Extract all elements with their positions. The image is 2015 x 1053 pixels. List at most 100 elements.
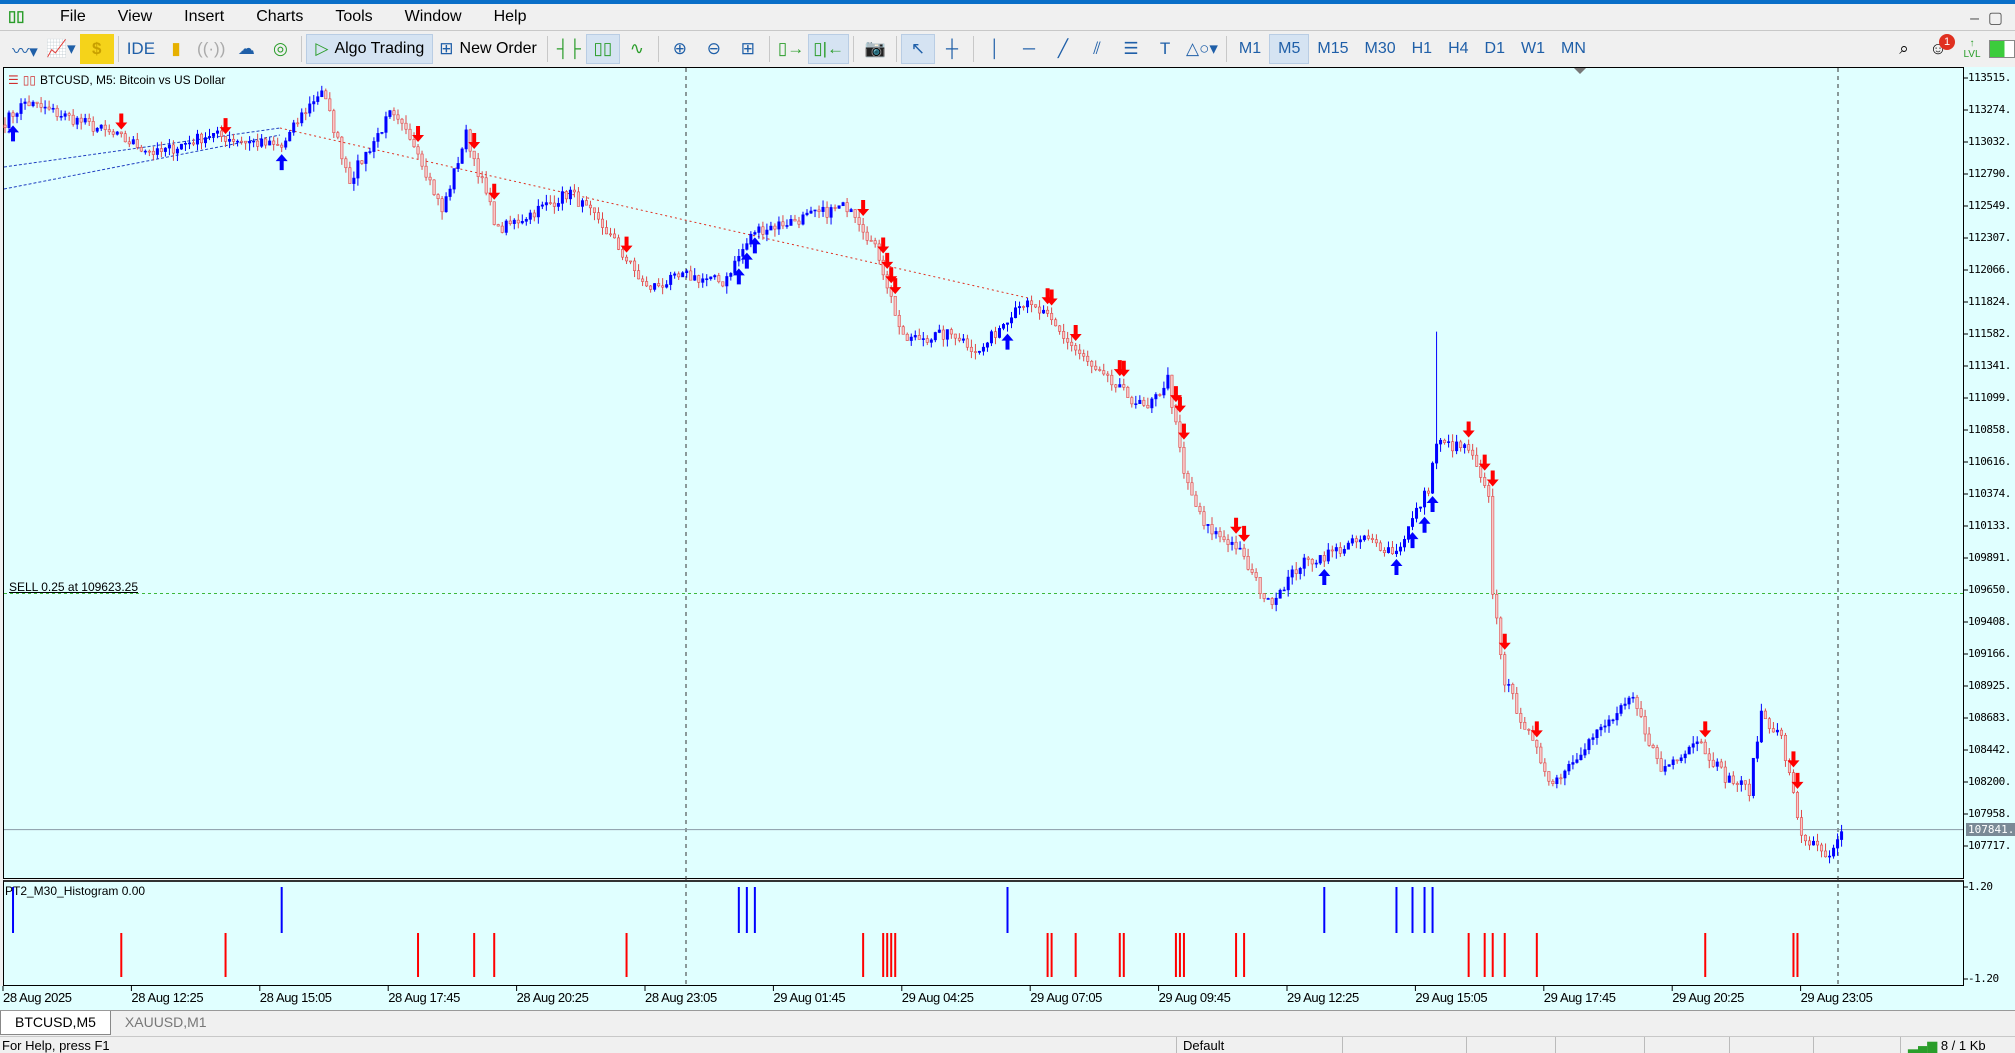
divider: [768, 36, 770, 62]
time-tick-label: 29 Aug 20:25: [1672, 990, 1745, 1005]
zoom-out-icon[interactable]: ⊖: [697, 34, 731, 64]
play-icon: ▷: [315, 39, 329, 58]
screenshot-icon[interactable]: 📷: [858, 34, 892, 64]
price-tick-label: 110133.: [1968, 519, 2011, 532]
time-tick-label: 28 Aug 15:05: [259, 990, 332, 1005]
price-tick-label: 111099.: [1968, 391, 2011, 404]
time-tick-label: 29 Aug 23:05: [1800, 990, 1873, 1005]
chart-title: ☰ ▯▯ BTCUSD, M5: Bitcoin vs US Dollar: [8, 73, 226, 87]
price-tick-label: 110374.: [1968, 487, 2011, 500]
menu-insert[interactable]: Insert: [168, 8, 240, 26]
timeframe-m30[interactable]: M30: [1357, 34, 1404, 64]
chart-menu-icon[interactable]: ☰: [8, 73, 19, 87]
chart-window-icon[interactable]: ▯▯: [23, 73, 36, 87]
price-tick-label: 112790.: [1968, 167, 2011, 180]
time-tick-label: 28 Aug 20:25: [516, 990, 589, 1005]
price-chart[interactable]: [3, 67, 1964, 879]
app-logo-icon: ▯▯: [8, 8, 25, 25]
bar-chart-icon[interactable]: ┤├: [552, 34, 586, 64]
time-axis[interactable]: 28 Aug 2025 28 Aug 12:25 28 Aug 15:05 28 Au…: [0, 986, 1964, 1010]
indicator-label: PT2_M30_Histogram 0.00: [5, 884, 146, 898]
algo-trading-button[interactable]: ▷ Algo Trading: [306, 34, 434, 64]
divider: [1342, 1037, 1343, 1053]
timeframe-m15[interactable]: M15: [1309, 34, 1356, 64]
crosshair-icon[interactable]: ┼: [935, 34, 969, 64]
current-price-label: 107841.: [1966, 823, 2015, 836]
search-icon[interactable]: ⌕: [1887, 34, 1921, 64]
divider: [1900, 1037, 1901, 1053]
menu-tools[interactable]: Tools: [319, 8, 388, 26]
channel-icon[interactable]: ⫽: [1080, 34, 1114, 64]
price-tick-label: 112307.: [1968, 231, 2011, 244]
price-tick-label: 113274.: [1968, 103, 2011, 116]
divider: [301, 36, 303, 62]
time-tick-label: 28 Aug 23:05: [645, 990, 717, 1005]
chart-type-icon[interactable]: 〰▾: [8, 34, 42, 64]
autoscroll-icon[interactable]: ▯→: [774, 34, 808, 64]
time-tick-label: 28 Aug 12:25: [131, 990, 204, 1005]
timeframe-mn[interactable]: MN: [1553, 34, 1594, 64]
status-help: For Help, press F1: [2, 1038, 110, 1053]
notifications-icon[interactable]: ☺ 1: [1921, 34, 1955, 64]
divider: [853, 36, 855, 62]
candlestick-chart-icon[interactable]: ▯▯: [585, 34, 620, 64]
price-tick-label: 111824.: [1968, 295, 2011, 308]
cursor-icon[interactable]: ↖: [901, 34, 936, 64]
menu-file[interactable]: File: [44, 8, 102, 26]
line-chart-icon[interactable]: ∿: [620, 34, 654, 64]
trendline-icon[interactable]: ╱: [1046, 34, 1080, 64]
divider: [657, 36, 659, 62]
fibonacci-icon[interactable]: ☰: [1114, 34, 1148, 64]
signal-strength-bar: [1989, 40, 2015, 58]
cloud-icon[interactable]: ☁: [229, 34, 263, 64]
price-axis[interactable]: 113515. 113274. 113032. 112790. 112549. 11230…: [1964, 67, 2015, 1010]
menu-window[interactable]: Window: [389, 8, 478, 26]
signals-icon[interactable]: ((·)): [193, 34, 229, 64]
menu-help[interactable]: Help: [478, 8, 543, 26]
divider: [546, 36, 548, 62]
sell-order-label[interactable]: SELL 0.25 at 109623.25: [9, 580, 138, 594]
indicator-tick-label: 1.20: [1968, 880, 1993, 893]
time-tick-label: 28 Aug 17:45: [388, 990, 461, 1005]
text-icon[interactable]: T: [1148, 34, 1182, 64]
indicators-icon[interactable]: 📈▾: [42, 34, 80, 64]
indicator-pane[interactable]: [3, 880, 1964, 986]
divider: [973, 36, 975, 62]
timeframe-d1[interactable]: D1: [1477, 34, 1513, 64]
time-tick-label: 29 Aug 17:45: [1543, 990, 1616, 1005]
tab-xauusd-m1[interactable]: XAUUSD,M1: [111, 1011, 221, 1035]
timeframe-h4[interactable]: H4: [1440, 34, 1476, 64]
price-tick-label: 109408.: [1968, 615, 2011, 628]
timeframe-w1[interactable]: W1: [1513, 34, 1553, 64]
menu-view[interactable]: View: [102, 8, 168, 26]
horizontal-line-icon[interactable]: ─: [1012, 34, 1046, 64]
timeframe-m5[interactable]: M5: [1269, 34, 1310, 64]
ide-button[interactable]: IDE: [123, 34, 159, 64]
price-tick-label: 113515.: [1968, 71, 2011, 84]
divider: [1176, 1037, 1177, 1053]
zoom-in-icon[interactable]: ⊕: [663, 34, 697, 64]
new-order-button[interactable]: ⊞ New Order: [433, 34, 543, 64]
divider: [1555, 1037, 1556, 1053]
window-controls[interactable]: – ▢: [1970, 8, 2003, 28]
status-traffic: ▂▄▆ 8 / 1 Kb: [1908, 1038, 1986, 1053]
lvl-icon[interactable]: ↑ LVL: [1955, 34, 1989, 64]
chart-shift-icon[interactable]: ▯|←: [808, 34, 850, 64]
market-icon[interactable]: $: [79, 34, 114, 64]
vertical-line-icon[interactable]: │: [978, 34, 1012, 64]
vps-icon[interactable]: ◎: [263, 34, 297, 64]
time-tick-label: 29 Aug 04:25: [901, 990, 974, 1005]
time-tick-label: 29 Aug 01:45: [773, 990, 846, 1005]
timeframe-m1[interactable]: M1: [1231, 34, 1269, 64]
shapes-icon[interactable]: △○▾: [1182, 34, 1222, 64]
price-tick-label: 108925.: [1968, 679, 2011, 692]
tab-btcusd-m5[interactable]: BTCUSD,M5: [0, 1011, 111, 1035]
tile-windows-icon[interactable]: ⊞: [731, 34, 765, 64]
toolbar: 〰▾ 📈▾ $ IDE ▮ ((·)) ☁ ◎ ▷ Algo Trading ⊞ N…: [0, 32, 2015, 66]
shopping-bag-icon[interactable]: ▮: [159, 34, 193, 64]
menu-charts[interactable]: Charts: [240, 8, 319, 26]
divider: [1644, 1037, 1645, 1053]
timeframe-h1[interactable]: H1: [1404, 34, 1440, 64]
notification-badge: 1: [1939, 34, 1955, 50]
new-order-icon: ⊞: [439, 39, 454, 58]
